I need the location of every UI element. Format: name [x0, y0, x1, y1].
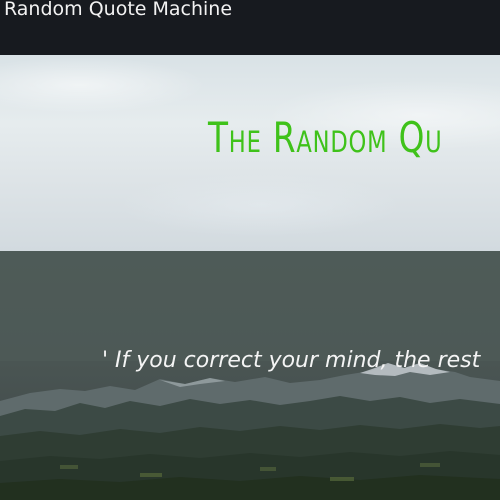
page: Random Quote Machine The Random Qu ' If …	[0, 0, 500, 500]
brand-title[interactable]: Random Quote Machine	[4, 0, 232, 21]
top-navbar: Random Quote Machine	[0, 0, 500, 55]
page-title: The Random Qu	[208, 113, 443, 162]
quote-text: ' If you correct your mind, the rest	[102, 348, 481, 373]
